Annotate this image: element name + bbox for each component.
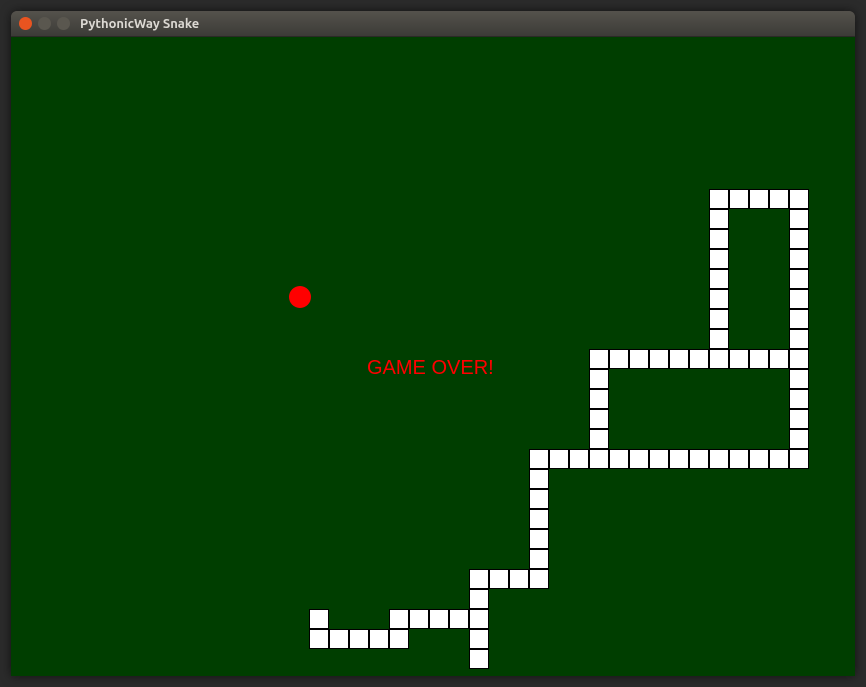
snake-segment: [629, 349, 649, 369]
titlebar-buttons: [19, 17, 70, 30]
snake-segment: [589, 409, 609, 429]
snake-segment: [529, 509, 549, 529]
snake-segment: [789, 329, 809, 349]
snake-segment: [649, 449, 669, 469]
snake-segment: [789, 209, 809, 229]
snake-segment: [529, 569, 549, 589]
snake-segment: [569, 449, 589, 469]
snake-segment: [309, 629, 329, 649]
snake-segment: [449, 609, 469, 629]
snake-segment: [529, 549, 549, 569]
snake-segment: [709, 289, 729, 309]
snake-segment: [469, 629, 489, 649]
snake-segment: [709, 349, 729, 369]
snake-segment: [709, 229, 729, 249]
snake-segment: [469, 569, 489, 589]
snake-segment: [309, 609, 329, 629]
snake-segment: [609, 449, 629, 469]
snake-segment: [429, 609, 449, 629]
snake-segment: [709, 249, 729, 269]
snake-segment: [509, 569, 529, 589]
food-dot: [289, 286, 311, 308]
snake-segment: [549, 449, 569, 469]
snake-segment: [709, 309, 729, 329]
snake-segment: [709, 209, 729, 229]
snake-segment: [489, 569, 509, 589]
minimize-icon[interactable]: [38, 17, 51, 30]
snake-segment: [669, 349, 689, 369]
snake-segment: [629, 449, 649, 469]
snake-segment: [389, 629, 409, 649]
snake-segment: [709, 189, 729, 209]
close-icon[interactable]: [19, 17, 32, 30]
snake-segment: [769, 349, 789, 369]
snake-segment: [469, 609, 489, 629]
game-window: PythonicWay Snake GAME OVER!: [11, 11, 855, 676]
snake-segment: [709, 329, 729, 349]
snake-segment: [689, 349, 709, 369]
game-over-text: GAME OVER!: [367, 357, 494, 380]
snake-segment: [329, 629, 349, 649]
snake-segment: [729, 349, 749, 369]
snake-segment: [589, 369, 609, 389]
snake-segment: [349, 629, 369, 649]
snake-segment: [769, 189, 789, 209]
snake-segment: [589, 349, 609, 369]
snake-segment: [729, 449, 749, 469]
snake-segment: [789, 309, 809, 329]
snake-segment: [729, 189, 749, 209]
snake-segment: [789, 389, 809, 409]
snake-segment: [529, 449, 549, 469]
snake-segment: [789, 429, 809, 449]
snake-segment: [789, 189, 809, 209]
snake-segment: [789, 409, 809, 429]
maximize-icon[interactable]: [57, 17, 70, 30]
snake-segment: [529, 469, 549, 489]
snake-segment: [649, 349, 669, 369]
snake-segment: [529, 529, 549, 549]
snake-segment: [709, 269, 729, 289]
snake-segment: [409, 609, 429, 629]
snake-segment: [749, 449, 769, 469]
snake-segment: [769, 449, 789, 469]
snake-segment: [469, 589, 489, 609]
game-board[interactable]: GAME OVER!: [11, 37, 855, 676]
snake-segment: [749, 189, 769, 209]
snake-segment: [789, 289, 809, 309]
snake-segment: [709, 449, 729, 469]
window-title: PythonicWay Snake: [80, 17, 199, 31]
snake-segment: [789, 369, 809, 389]
snake-segment: [529, 489, 549, 509]
snake-segment: [789, 349, 809, 369]
snake-segment: [789, 449, 809, 469]
snake-segment: [389, 609, 409, 629]
snake-segment: [369, 629, 389, 649]
snake-segment: [589, 389, 609, 409]
snake-segment: [789, 249, 809, 269]
snake-segment: [749, 349, 769, 369]
snake-segment: [589, 429, 609, 449]
snake-segment: [789, 269, 809, 289]
snake-segment: [789, 229, 809, 249]
snake-segment: [589, 449, 609, 469]
snake-segment: [469, 649, 489, 669]
titlebar[interactable]: PythonicWay Snake: [11, 11, 855, 37]
snake-segment: [609, 349, 629, 369]
snake-segment: [669, 449, 689, 469]
snake-segment: [689, 449, 709, 469]
